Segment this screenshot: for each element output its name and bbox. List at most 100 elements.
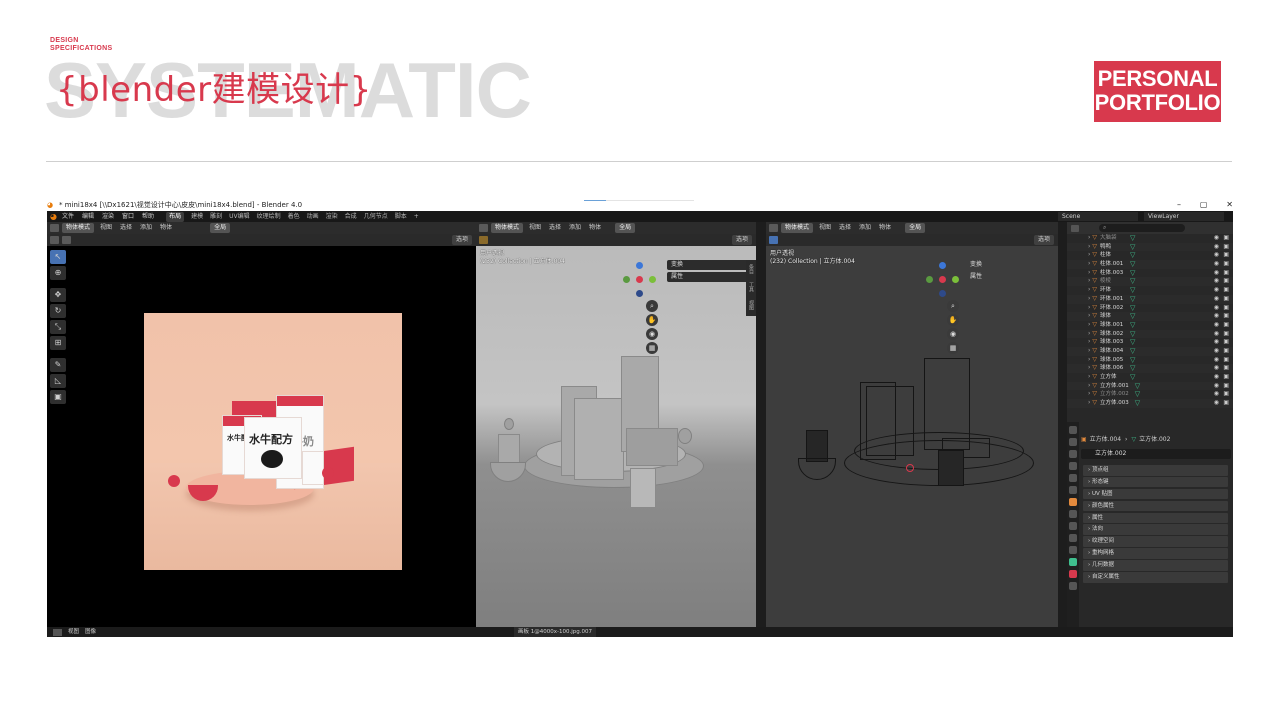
menu-help[interactable]: 帮助 <box>142 212 154 222</box>
pivot-dropdown[interactable]: 全局 <box>210 223 231 233</box>
tab-view[interactable]: 视图 <box>746 296 756 314</box>
filter-icon[interactable] <box>1071 224 1079 232</box>
modifier-tab-icon[interactable] <box>1069 510 1077 518</box>
select-box-icon[interactable] <box>479 236 488 244</box>
render-camera-icon[interactable]: ▣ <box>1223 373 1229 382</box>
tab-sculpting[interactable]: 雕刻 <box>210 212 222 222</box>
tab-texture-paint[interactable]: 纹理绘制 <box>257 212 281 222</box>
outliner-row[interactable]: › ▽ 鸭鸭 ▽ ◉ ▣ <box>1067 242 1233 252</box>
outliner-row[interactable]: › ▽ 球体.006 ▽ ◉ ▣ <box>1067 364 1233 373</box>
properties-panel-header[interactable]: › 顶点组 <box>1083 465 1228 476</box>
expand-arrow-icon[interactable]: › <box>1088 243 1090 252</box>
expand-arrow-icon[interactable]: › <box>1088 356 1090 365</box>
render-camera-icon[interactable]: ▣ <box>1223 390 1229 399</box>
outliner-row[interactable]: › ▽ 球体 ▽ ◉ ▣ <box>1067 312 1233 321</box>
menu-add[interactable]: 添加 <box>140 223 152 233</box>
y-axis-icon[interactable] <box>649 276 656 283</box>
transform-panel[interactable]: 变换 <box>667 260 751 270</box>
scene-tab-icon[interactable] <box>1069 474 1077 482</box>
tab-shading[interactable]: 着色 <box>288 212 300 222</box>
transform-panel[interactable]: 变换 <box>966 260 1050 270</box>
expand-arrow-icon[interactable]: › <box>1088 373 1090 382</box>
render-camera-icon[interactable]: ▣ <box>1223 243 1229 252</box>
properties-panel-header[interactable]: › 自定义属性 <box>1083 572 1228 583</box>
blender-menu-icon[interactable]: ◕ <box>50 212 57 222</box>
menu-object[interactable]: 物体 <box>160 223 172 233</box>
tab-layout[interactable]: 布局 <box>166 211 185 222</box>
image-name-field[interactable]: 画板 1@4000x-100.jpg.007 <box>514 627 597 637</box>
menu-view[interactable]: 视图 <box>100 223 112 233</box>
expand-arrow-icon[interactable]: › <box>1088 399 1090 408</box>
menu-view[interactable]: 视图 <box>529 223 541 233</box>
outliner-row[interactable]: › ▽ 立方体.002 ▽ ◉ ▣ <box>1067 390 1233 399</box>
properties-panel-header[interactable]: › UV 贴图 <box>1083 488 1228 500</box>
editor-type-icon[interactable] <box>50 224 59 232</box>
select-mode-icon-2[interactable] <box>62 236 71 244</box>
outliner-search-input[interactable]: ⌕ <box>1099 224 1185 232</box>
add-workspace-button[interactable]: + <box>414 212 419 222</box>
render-camera-icon[interactable]: ▣ <box>1223 338 1229 347</box>
z-axis-icon[interactable] <box>636 262 643 269</box>
physics-tab-icon[interactable] <box>1069 534 1077 542</box>
render-camera-icon[interactable]: ▣ <box>1223 321 1229 330</box>
outliner-row[interactable]: › ▽ 环体.001 ▽ ◉ ▣ <box>1067 294 1233 304</box>
menu-add[interactable]: 添加 <box>859 223 871 233</box>
visibility-eye-icon[interactable]: ◉ <box>1214 364 1219 373</box>
transform-icon[interactable]: ⊞ <box>50 336 66 350</box>
visibility-eye-icon[interactable]: ◉ <box>1214 330 1219 339</box>
expand-arrow-icon[interactable]: › <box>1088 277 1090 286</box>
visibility-eye-icon[interactable]: ◉ <box>1214 243 1219 252</box>
render-camera-icon[interactable]: ▣ <box>1223 269 1229 278</box>
outliner-row[interactable]: › ▽ 大脑袋 ▽ ◉ ▣ <box>1067 234 1233 243</box>
menu-edit[interactable]: 编辑 <box>82 212 94 222</box>
options-dropdown[interactable]: 选项 <box>1033 235 1054 245</box>
x-axis-icon[interactable] <box>636 276 643 283</box>
ortho-toggle-icon[interactable]: ▦ <box>646 342 658 354</box>
expand-arrow-icon[interactable]: › <box>1088 269 1090 278</box>
properties-panel-header[interactable]: › 重构网格 <box>1083 548 1228 559</box>
y-axis-icon[interactable] <box>952 276 959 283</box>
properties-panel-header[interactable]: › 属性 <box>1083 512 1228 524</box>
outliner-row[interactable]: › ▽ 棱棱 ▽ ◉ ▣ <box>1067 277 1233 287</box>
tab-item[interactable]: 条目 <box>746 260 756 278</box>
expand-arrow-icon[interactable]: › <box>1088 312 1090 321</box>
properties-panel-header[interactable]: › 颜色属性 <box>1083 500 1228 512</box>
status-menu-image[interactable]: 图像 <box>85 627 96 637</box>
visibility-eye-icon[interactable]: ◉ <box>1214 251 1219 260</box>
outliner-row[interactable]: › ▽ 球体.003 ▽ ◉ ▣ <box>1067 338 1233 347</box>
mesh-data-name-field[interactable]: 立方体.002 <box>1081 449 1231 459</box>
options-dropdown[interactable]: 选项 <box>451 235 472 245</box>
material-tab-icon[interactable] <box>1069 570 1077 578</box>
menu-file[interactable]: 文件 <box>62 212 74 222</box>
move-icon[interactable]: ✥ <box>50 288 66 302</box>
mode-dropdown[interactable]: 物体模式 <box>62 223 95 233</box>
tool-tab-icon[interactable] <box>1069 426 1077 434</box>
z-axis-icon[interactable] <box>939 262 946 269</box>
visibility-eye-icon[interactable]: ◉ <box>1214 295 1219 304</box>
outliner-row[interactable]: › ▽ 柱体 ▽ ◉ ▣ <box>1067 251 1233 260</box>
pan-hand-icon[interactable]: ✋ <box>646 314 658 326</box>
editor-type-icon[interactable] <box>479 224 488 232</box>
tab-scripting[interactable]: 脚本 <box>395 212 407 222</box>
render-camera-icon[interactable]: ▣ <box>1223 304 1229 313</box>
view-layer-tab-icon[interactable] <box>1069 462 1077 470</box>
render-camera-icon[interactable]: ▣ <box>1223 234 1229 243</box>
navigation-gizmo[interactable] <box>924 260 962 298</box>
close-button[interactable]: ✕ <box>1226 199 1233 211</box>
properties-panel-header[interactable]: › 几何数据 <box>1083 560 1228 571</box>
tab-animation[interactable]: 动画 <box>307 212 319 222</box>
visibility-eye-icon[interactable]: ◉ <box>1214 304 1219 313</box>
x-axis-icon[interactable] <box>939 276 946 283</box>
camera-view-icon[interactable]: ◉ <box>947 328 959 340</box>
expand-arrow-icon[interactable]: › <box>1088 321 1090 330</box>
visibility-eye-icon[interactable]: ◉ <box>1214 390 1219 399</box>
minimize-button[interactable]: – <box>1177 199 1181 211</box>
visibility-eye-icon[interactable]: ◉ <box>1214 260 1219 269</box>
render-camera-icon[interactable]: ▣ <box>1223 347 1229 356</box>
viewport-wireframe[interactable]: 物体模式 视图 选择 添加 物体 全局 选项 用户透视 (232) Collec… <box>766 222 1058 627</box>
expand-arrow-icon[interactable]: › <box>1088 260 1090 269</box>
expand-arrow-icon[interactable]: › <box>1088 390 1090 399</box>
render-camera-icon[interactable]: ▣ <box>1223 312 1229 321</box>
menu-render[interactable]: 渲染 <box>102 212 114 222</box>
outliner-row[interactable]: › ▽ 柱体.001 ▽ ◉ ▣ <box>1067 260 1233 269</box>
